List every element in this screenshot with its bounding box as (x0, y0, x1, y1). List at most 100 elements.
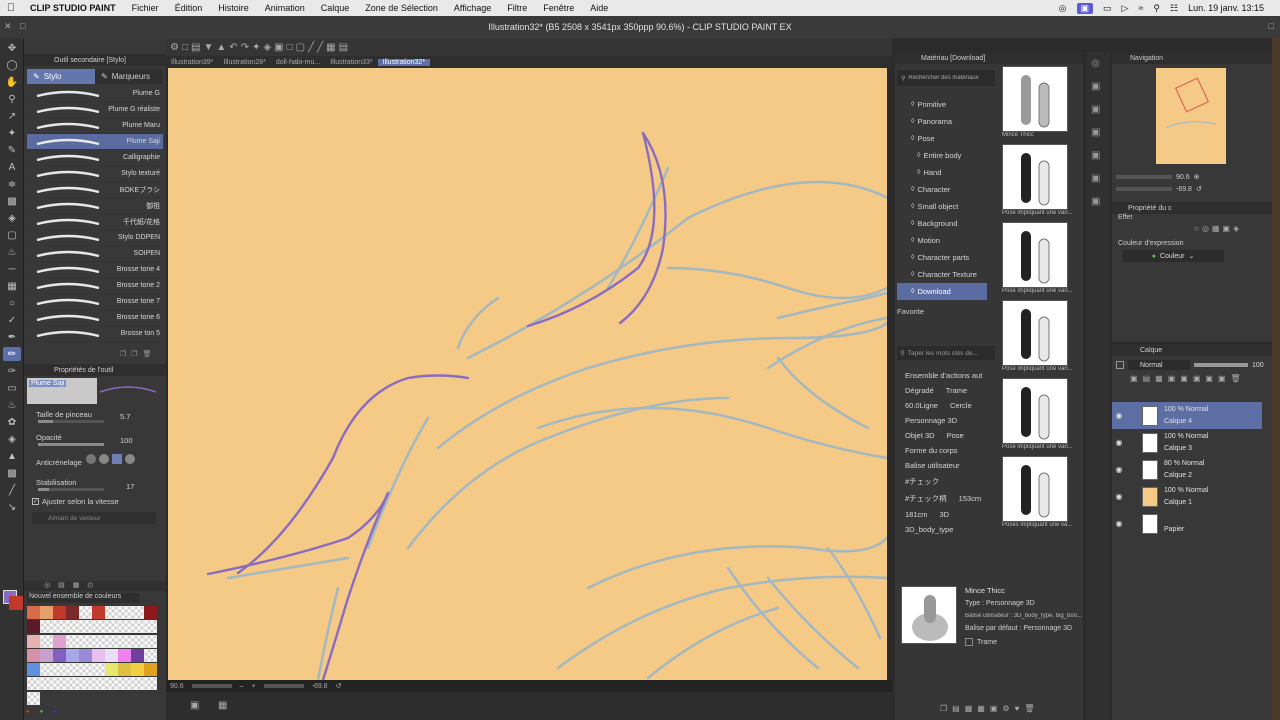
speed-checkbox[interactable]: ✓ (32, 498, 39, 505)
opacity-value[interactable]: 100 (120, 436, 133, 445)
color-swatch[interactable] (131, 677, 144, 691)
color-swatch[interactable] (66, 648, 79, 662)
brush-item[interactable]: Plume G (27, 86, 163, 102)
brush-item[interactable]: Calligraphie (27, 150, 163, 166)
effect-layer-color-icon[interactable]: ▣ (1222, 224, 1230, 236)
ref-layer-icon[interactable]: ▤ (1143, 374, 1151, 384)
angle-slider[interactable] (263, 684, 304, 688)
antialias-medium[interactable] (112, 454, 122, 464)
layer-row[interactable]: ◉ 80 % Normal Calque 2 (1112, 456, 1262, 483)
folder-icon[interactable]: ▣ (1218, 374, 1226, 384)
gradient-tool-icon[interactable]: ▩ (3, 466, 21, 480)
color-swatch[interactable] (131, 634, 144, 648)
doc-tab[interactable]: doll-habi-mu... (271, 59, 325, 66)
brush-item[interactable]: 千代紙/花格 (27, 214, 163, 230)
list-view-icon[interactable]: ▤ (952, 704, 960, 716)
brush-item[interactable]: 御祖 (27, 198, 163, 214)
material-tree-item[interactable]: ◊ Motion (897, 232, 987, 249)
color-swatch[interactable] (66, 606, 79, 619)
color-swatch[interactable] (105, 663, 118, 677)
color-swatch[interactable] (79, 663, 92, 677)
open-icon[interactable]: ▤ (191, 42, 200, 53)
operation-icon[interactable]: ↗ (3, 109, 21, 123)
menu-animation[interactable]: Animation (257, 3, 313, 13)
color-history-tab-icon[interactable]: ◴ (87, 581, 93, 591)
rotate-reset-icon[interactable]: ↺ (336, 682, 342, 690)
export-icon[interactable]: ▲ (216, 42, 226, 53)
color-swatch[interactable] (105, 620, 118, 634)
object-tool-icon[interactable]: ↘ (3, 500, 21, 514)
panel-icon-3[interactable]: ▣ (1091, 127, 1105, 138)
brush-item[interactable]: Brosse tone 2 (27, 278, 163, 294)
nav-angle-slider[interactable] (1116, 187, 1172, 191)
color-swatch[interactable] (144, 606, 157, 619)
color-slider-tab-icon[interactable]: ▤ (58, 581, 65, 591)
favorite-label[interactable]: Favorite (897, 307, 987, 319)
ruler-icon[interactable]: ─ (3, 262, 21, 276)
nav-angle-value[interactable]: -69.8 (1176, 186, 1192, 193)
keyword-input[interactable]: ⚲ Taper les mots clés de... (897, 346, 995, 360)
effect-tone-icon[interactable]: ▦ (1212, 224, 1220, 236)
menu-fichier[interactable]: Fichier (124, 3, 167, 13)
material-tree-item[interactable]: ◊ Background (897, 215, 987, 232)
airbrush-icon[interactable]: ♨ (3, 398, 21, 412)
layer-row[interactable]: ◉ 100 % Normal Calque 3 (1112, 429, 1262, 456)
material-tag[interactable]: 3D_body_type (899, 522, 959, 537)
material-tag[interactable]: Trame (940, 383, 973, 398)
brush-item[interactable]: Brosse ton 5 (27, 326, 163, 342)
color-swatch[interactable] (144, 648, 157, 662)
figure-icon[interactable]: ▢ (3, 228, 21, 242)
delete-layer-icon[interactable]: 🗑 (1231, 374, 1241, 384)
small-view-icon[interactable]: ▦ (977, 704, 985, 716)
grid-snap-icon[interactable]: ▦ (326, 42, 335, 53)
brush-item[interactable]: Stylo DDPEN (27, 230, 163, 246)
menu-fenetre[interactable]: Fenêtre (535, 3, 582, 13)
menu-histoire[interactable]: Histoire (210, 3, 257, 13)
eye-icon[interactable]: ◉ (1112, 492, 1126, 501)
eye-icon[interactable]: ◉ (1112, 465, 1126, 474)
panel-icon-2[interactable]: ▣ (1091, 104, 1105, 115)
red-dot-icon[interactable]: ● (26, 709, 30, 717)
deselect-icon[interactable]: □ (287, 42, 293, 53)
move-icon[interactable]: ✥ (3, 41, 21, 55)
material-tree-item[interactable]: ◊ Hand (897, 164, 987, 181)
material-tree-item[interactable]: ◊ Character Texture (897, 266, 987, 283)
effect-border-icon[interactable]: ○ (1194, 224, 1199, 236)
brush-item[interactable]: Plume G réaliste (27, 102, 163, 118)
app-menu[interactable]: CLIP STUDIO PAINT (22, 3, 124, 13)
material-tag[interactable]: Forme du corps (899, 443, 964, 458)
brush-item[interactable]: Brosse tone 7 (27, 294, 163, 310)
ruler-snap-icon[interactable]: ╱ (317, 42, 323, 53)
split-view-icon[interactable]: ▦ (218, 700, 227, 711)
zoom-out-icon[interactable]: – (240, 683, 244, 690)
lock-transparent-icon[interactable]: ▦ (1155, 374, 1163, 384)
doc-tab[interactable]: Illustration39* (166, 59, 218, 66)
material-thumb-item[interactable]: Pose impliquant une vari... (1002, 144, 1072, 222)
color-swatch[interactable] (144, 663, 157, 677)
brush-size-value[interactable]: 5.7 (120, 412, 130, 421)
eraser-icon[interactable]: ▭ (3, 381, 21, 395)
material-thumb-item[interactable]: Poses impliquant une va... (1002, 456, 1072, 534)
color-swatch[interactable] (92, 634, 105, 648)
sub-color-swatch[interactable] (9, 596, 23, 610)
trame-checkbox-row[interactable]: Trame (965, 638, 997, 646)
navigator-thumbnail[interactable] (1156, 68, 1226, 164)
color-swatch[interactable] (105, 677, 118, 691)
doc-tab[interactable]: Illustration33* (325, 59, 377, 66)
material-tag[interactable]: Ensemble d'actions aut (899, 368, 988, 383)
zoom-slider[interactable] (191, 684, 232, 688)
auto-select-icon[interactable]: ✦ (3, 126, 21, 140)
material-tag[interactable]: Cercle (944, 398, 978, 413)
trame-checkbox[interactable] (965, 638, 973, 646)
wifi-icon[interactable]: ≈ (1138, 3, 1143, 13)
nav-zoom-in-icon[interactable]: ⊕ (1194, 173, 1200, 181)
color-wheel-tab-icon[interactable]: ◎ (44, 581, 50, 591)
minimize-window-icon[interactable]: □ (20, 21, 25, 31)
material-thumb-item[interactable]: Mince Thicc (1002, 66, 1072, 144)
brush-icon[interactable]: ✑ (3, 364, 21, 378)
search-icon[interactable]: ⚲ (1153, 3, 1160, 14)
angle-value[interactable]: -69.8 (312, 683, 328, 690)
menu-aide[interactable]: Aide (582, 3, 616, 13)
grid-view-icon[interactable]: ▦ (965, 704, 973, 716)
clip-layer-icon[interactable]: ▣ (1130, 374, 1138, 384)
